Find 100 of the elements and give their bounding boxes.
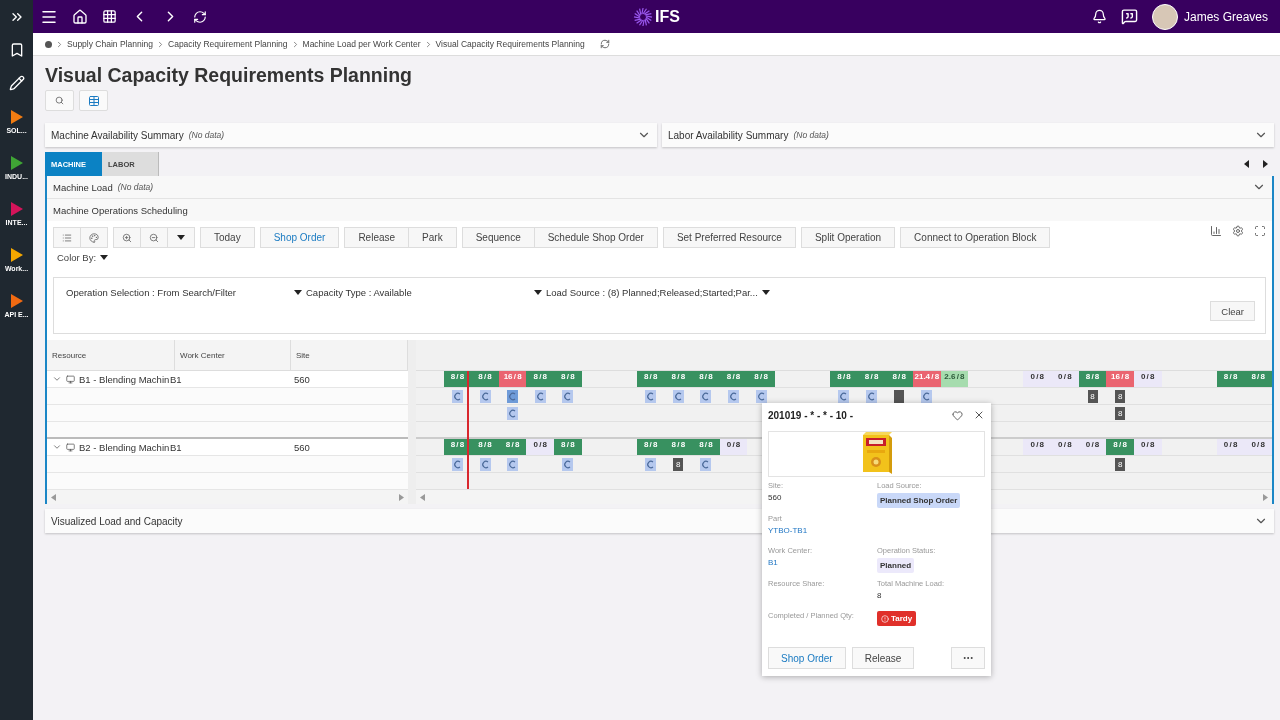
load-cell[interactable]: 8 / 8 [443, 371, 472, 387]
toolbar-button[interactable]: Today [200, 227, 255, 248]
load-cell[interactable]: 8 / 8 [471, 439, 499, 455]
load-cell[interactable]: 8 / 8 [692, 439, 720, 455]
operation-marker-icon[interactable] [507, 406, 519, 420]
load-cell[interactable]: 8 / 8 [554, 439, 582, 455]
load-cell[interactable]: 0 / 8 [1051, 371, 1079, 387]
chart-icon[interactable] [1210, 225, 1222, 237]
zoom-menu-button[interactable] [167, 227, 195, 248]
operation-marker-icon[interactable] [451, 457, 463, 471]
breadcrumb-link[interactable]: Supply Chain Planning [67, 39, 153, 49]
color-by-dropdown[interactable]: Color By: [47, 248, 119, 267]
operation-marker-icon[interactable] [700, 389, 712, 403]
refresh-icon[interactable] [193, 9, 207, 24]
play-icon[interactable] [10, 156, 23, 170]
expand-icon[interactable] [52, 374, 62, 384]
home-dot-icon[interactable] [45, 40, 52, 48]
operation-marker-icon[interactable] [562, 457, 574, 471]
load-cell[interactable]: 0 / 8 [526, 439, 555, 455]
action-button[interactable]: Release [851, 647, 915, 669]
load-cell[interactable]: 0 / 8 [1216, 439, 1245, 455]
filter-dropdown[interactable]: Load Source : (8) Planned;Released;Started;Par... [544, 287, 772, 298]
play-icon[interactable] [10, 248, 23, 262]
load-cell[interactable]: 8 / 8 [719, 371, 748, 387]
load-cell[interactable]: 0 / 8 [1051, 439, 1079, 455]
operation-marker-icon[interactable] [451, 389, 463, 403]
machine-load-header[interactable]: Machine Load (No data) [47, 176, 1272, 199]
operation-marker-icon[interactable] [479, 389, 491, 403]
field-link[interactable]: YTBO-TB1 [768, 526, 985, 535]
table-button[interactable] [79, 90, 108, 111]
operation-marker-icon[interactable] [728, 389, 740, 403]
load-cell[interactable]: 8 / 8 [830, 371, 858, 387]
load-cell[interactable]: 8 / 8 [636, 371, 665, 387]
load-cell[interactable]: 8 / 8 [747, 371, 775, 387]
load-cell[interactable]: 8 / 8 [664, 371, 693, 387]
operation-marker-icon[interactable] [866, 389, 878, 403]
load-cell[interactable]: 8 / 8 [1216, 371, 1245, 387]
operation-marker-icon[interactable] [838, 389, 850, 403]
field-link[interactable]: B1 [768, 558, 877, 567]
settings-icon[interactable] [1232, 225, 1244, 237]
fullscreen-icon[interactable] [1254, 225, 1266, 237]
operation-count[interactable]: 8 [1115, 406, 1126, 420]
load-cell[interactable]: 8 / 8 [443, 439, 472, 455]
load-cell[interactable]: 0 / 8 [1023, 371, 1052, 387]
operation-marker-icon[interactable] [921, 389, 933, 403]
operation-marker-icon[interactable] [672, 389, 684, 403]
operation-count[interactable]: 8 [673, 457, 684, 471]
bell-icon[interactable] [1091, 9, 1107, 24]
clear-button[interactable]: Clear [1210, 301, 1255, 321]
play-icon[interactable] [10, 294, 23, 308]
operation-marker-icon[interactable] [507, 457, 519, 471]
zoom-in-button[interactable] [113, 227, 141, 248]
palette-button[interactable] [80, 227, 108, 248]
load-cell[interactable]: 8 / 8 [692, 371, 720, 387]
scroll-right-icon[interactable] [1263, 160, 1268, 168]
operation-marker-icon[interactable] [479, 457, 491, 471]
scroll-left-icon[interactable] [1244, 160, 1249, 168]
apps-grid-icon[interactable] [102, 9, 117, 24]
column-header[interactable]: Work Center [175, 340, 291, 370]
toolbar-button[interactable]: Connect to Operation Block [900, 227, 1051, 248]
load-cell[interactable]: 8 / 8 [526, 371, 555, 387]
feedback-icon[interactable] [1120, 8, 1138, 25]
search-button[interactable] [45, 90, 74, 111]
breadcrumb-link[interactable]: Capacity Requirement Planning [168, 39, 288, 49]
operation-marker-icon[interactable] [700, 457, 712, 471]
operation-marker-icon[interactable] [562, 389, 574, 403]
load-cell[interactable]: 8 / 8 [857, 371, 886, 387]
operation-marker-icon[interactable] [645, 457, 657, 471]
summary-panel[interactable]: Machine Availability Summary (No data) [45, 123, 657, 147]
load-cell[interactable]: 0 / 8 [1078, 439, 1107, 455]
column-header[interactable]: Site [291, 340, 408, 370]
load-cell[interactable]: 8 / 8 [498, 439, 527, 455]
user-name[interactable]: James Greaves [1183, 9, 1268, 24]
summary-panel[interactable]: Labor Availability Summary (No data) [662, 123, 1274, 147]
operation-count[interactable] [894, 389, 905, 403]
toolbar-button[interactable]: Set Preferred Resource [662, 227, 796, 248]
operation-marker-icon[interactable] [755, 389, 767, 403]
operation-marker-icon[interactable] [645, 389, 657, 403]
favorite-icon[interactable] [952, 409, 963, 421]
expand-icon[interactable] [52, 442, 62, 452]
load-cell[interactable]: 8 / 8 [471, 371, 499, 387]
pencil-icon[interactable] [8, 74, 25, 91]
filter-dropdown[interactable]: Operation Selection : From Search/Filter [64, 287, 304, 298]
filter-dropdown[interactable]: Capacity Type : Available [304, 287, 544, 298]
operation-marker-icon[interactable] [534, 389, 546, 403]
load-cell[interactable]: 0 / 8 [719, 439, 748, 455]
load-cell[interactable]: 0 / 8 [1133, 439, 1162, 455]
load-cell[interactable]: 8 / 8 [1078, 371, 1107, 387]
load-cell[interactable]: 8 / 8 [636, 439, 665, 455]
operation-count[interactable]: 8 [1115, 457, 1126, 471]
toolbar-button[interactable]: Schedule Shop Order [533, 227, 658, 248]
breadcrumb-link[interactable]: Machine Load per Work Center [302, 39, 421, 49]
load-cell[interactable]: 0 / 8 [1133, 371, 1162, 387]
load-cell[interactable]: 8 / 8 [885, 371, 914, 387]
toolbar-button[interactable]: Sequence [461, 227, 535, 248]
action-button[interactable]: Shop Order [768, 647, 846, 669]
home-icon[interactable] [72, 8, 88, 25]
load-cell[interactable]: 8 / 8 [554, 371, 582, 387]
close-icon[interactable] [973, 409, 985, 421]
load-cell[interactable]: 8 / 8 [664, 439, 693, 455]
